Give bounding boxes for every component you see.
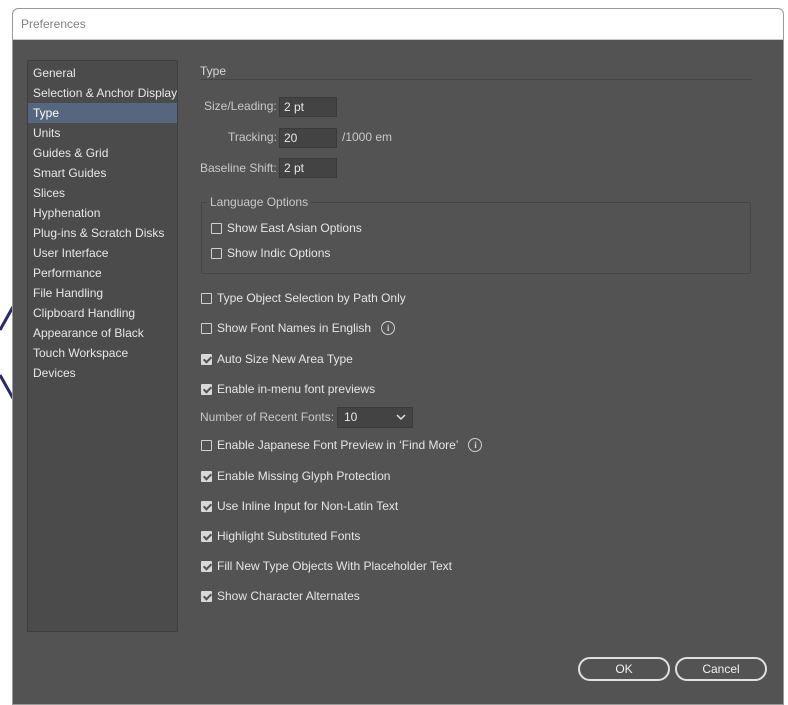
info-icon[interactable]: i: [468, 438, 483, 452]
show-east-asian-label: Show East Asian Options: [227, 221, 362, 235]
ok-button[interactable]: OK: [578, 657, 670, 681]
show-indic-label: Show Indic Options: [227, 246, 331, 260]
font-names-english-checkbox[interactable]: [201, 322, 212, 334]
character-alternates-label: Show Character Alternates: [217, 589, 360, 603]
auto-size-label: Auto Size New Area Type: [217, 352, 353, 366]
placeholder-text-checkbox[interactable]: [201, 560, 212, 572]
recent-fonts-value: 10: [344, 410, 358, 424]
font-names-english-option[interactable]: Show Font Names in English i: [201, 320, 396, 336]
font-names-english-label: Show Font Names in English: [217, 321, 372, 335]
placeholder-text-option[interactable]: Fill New Type Objects With Placeholder T…: [201, 558, 452, 574]
japanese-preview-option[interactable]: Enable Japanese Font Preview in ‘Find Mo…: [201, 437, 483, 453]
inline-input-option[interactable]: Use Inline Input for Non-Latin Text: [201, 498, 398, 514]
panel-title: Type: [200, 64, 227, 78]
baseline-shift-field[interactable]: 2 pt: [279, 158, 337, 178]
tracking-unit: /1000 em: [342, 130, 393, 144]
in-menu-previews-checkbox[interactable]: [201, 383, 212, 395]
character-alternates-checkbox[interactable]: [201, 590, 212, 602]
type-object-selection-label: Type Object Selection by Path Only: [217, 291, 406, 305]
missing-glyph-checkbox[interactable]: [201, 470, 212, 482]
language-options-group: [201, 202, 751, 274]
placeholder-text-label: Fill New Type Objects With Placeholder T…: [217, 559, 452, 573]
recent-fonts-label: Number of Recent Fonts:: [200, 410, 335, 424]
size-leading-label: Size/Leading:: [204, 99, 277, 113]
baseline-shift-label: Baseline Shift:: [200, 161, 277, 175]
highlight-substituted-option[interactable]: Highlight Substituted Fonts: [201, 528, 360, 544]
show-indic-checkbox[interactable]: [211, 247, 222, 259]
tracking-label: Tracking:: [228, 130, 277, 144]
show-indic-option[interactable]: Show Indic Options: [211, 245, 330, 261]
show-east-asian-option[interactable]: Show East Asian Options: [211, 220, 362, 236]
chevron-down-icon: [396, 414, 406, 421]
auto-size-checkbox[interactable]: [201, 353, 212, 365]
character-alternates-option[interactable]: Show Character Alternates: [201, 588, 360, 604]
info-icon[interactable]: i: [381, 321, 396, 335]
section-divider: [200, 79, 752, 80]
in-menu-previews-option[interactable]: Enable in-menu font previews: [201, 381, 375, 397]
type-object-selection-option[interactable]: Type Object Selection by Path Only: [201, 290, 406, 306]
missing-glyph-label: Enable Missing Glyph Protection: [217, 469, 391, 483]
japanese-preview-checkbox[interactable]: [201, 439, 212, 451]
cancel-button[interactable]: Cancel: [675, 657, 767, 681]
type-panel: Type Size/Leading: 2 pt Tracking: 20 /10…: [0, 0, 788, 703]
highlight-substituted-label: Highlight Substituted Fonts: [217, 529, 361, 543]
inline-input-checkbox[interactable]: [201, 500, 212, 512]
language-options-title: Language Options: [207, 195, 312, 209]
missing-glyph-option[interactable]: Enable Missing Glyph Protection: [201, 468, 390, 484]
recent-fonts-select[interactable]: 10: [337, 407, 413, 428]
in-menu-previews-label: Enable in-menu font previews: [217, 382, 376, 396]
highlight-substituted-checkbox[interactable]: [201, 530, 212, 542]
type-object-selection-checkbox[interactable]: [201, 292, 212, 304]
show-east-asian-checkbox[interactable]: [211, 222, 222, 234]
tracking-field[interactable]: 20: [279, 128, 337, 148]
auto-size-option[interactable]: Auto Size New Area Type: [201, 351, 353, 367]
japanese-preview-label: Enable Japanese Font Preview in ‘Find Mo…: [217, 438, 459, 452]
size-leading-field[interactable]: 2 pt: [279, 97, 337, 117]
inline-input-label: Use Inline Input for Non-Latin Text: [217, 499, 399, 513]
